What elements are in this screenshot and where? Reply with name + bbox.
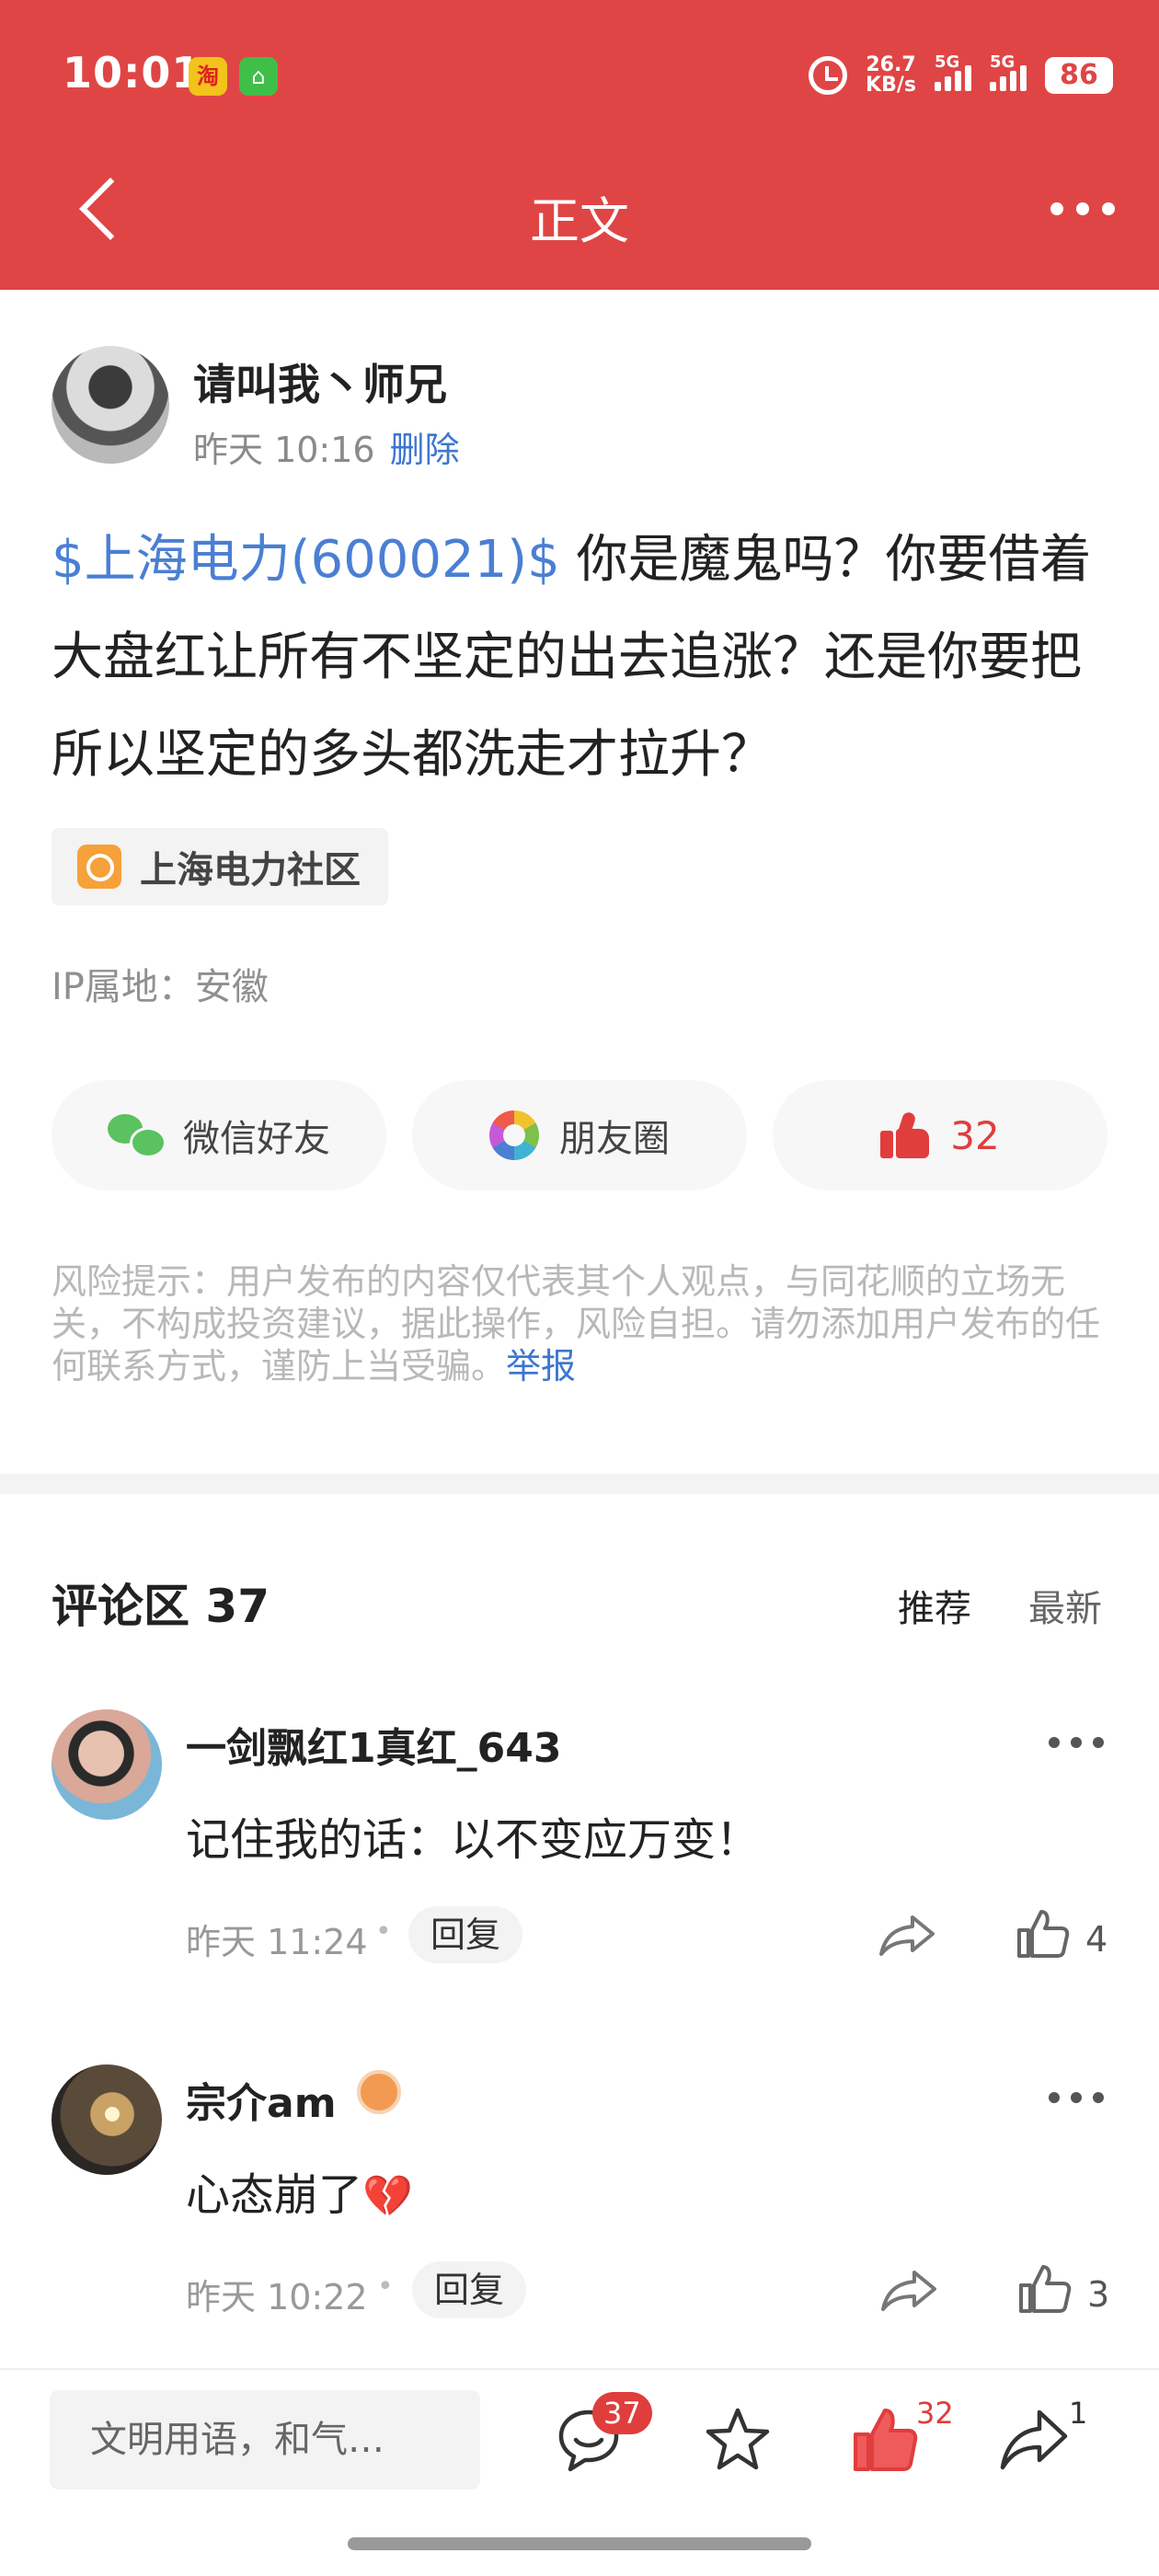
- comment-like-count: 3: [1087, 2274, 1110, 2315]
- author-name[interactable]: 请叫我丶师兄: [193, 351, 447, 412]
- community-tag[interactable]: 上海电力社区: [52, 828, 388, 905]
- post-content: $上海电力(600021)$ 你是魔鬼吗？你要借着大盘红让所有不坚定的出去追涨？…: [52, 512, 1109, 804]
- comment-time: 昨天 10:22: [186, 2277, 368, 2317]
- ip-location: IP属地：安徽: [52, 966, 269, 1008]
- comment-more-button[interactable]: [1049, 2092, 1104, 2103]
- moments-icon: [489, 1110, 539, 1160]
- share-wechat-button[interactable]: 微信好友: [52, 1080, 386, 1190]
- separator-dot: •: [377, 2271, 394, 2303]
- share-icon[interactable]: [999, 2405, 1069, 2475]
- thumbs-up-outline-icon[interactable]: [1017, 2263, 1073, 2315]
- commenter-avatar[interactable]: [52, 1709, 162, 1820]
- report-link[interactable]: 举报: [506, 1346, 576, 1386]
- alarm-icon: [809, 56, 848, 95]
- risk-notice: 风险提示：用户发布的内容仅代表其个人观点，与同花顺的立场无关，不构成投资建议，据…: [52, 1260, 1109, 1387]
- wechat-icon: [108, 1114, 166, 1158]
- thumbs-up-icon: [880, 1110, 930, 1158]
- sort-recommended-tab[interactable]: 推荐: [898, 1579, 971, 1632]
- stock-tag-link[interactable]: $上海电力(600021)$: [52, 530, 560, 590]
- vip-badge-icon: [357, 2070, 401, 2114]
- network-type-1: 5G: [935, 52, 960, 72]
- share-moments-label: 朋友圈: [559, 1118, 670, 1160]
- community-icon: [77, 845, 121, 889]
- comments-title: 评论区 37: [52, 1580, 270, 1633]
- home-indicator[interactable]: [348, 2537, 811, 2550]
- post-like-count: 32: [950, 1112, 1000, 1158]
- share-arrow-icon[interactable]: [878, 1912, 938, 1958]
- separator-dot: •: [375, 1915, 392, 1948]
- sort-latest-tab[interactable]: 最新: [1028, 1579, 1102, 1632]
- status-indicators: 26.7 KB/s 5G 5G 86: [809, 48, 1113, 103]
- post-time: 昨天 10:16: [193, 430, 375, 470]
- reply-button[interactable]: 回复: [412, 2261, 527, 2318]
- network-speed-value: 26.7: [866, 53, 916, 76]
- comment-input[interactable]: 文明用语，和气…: [50, 2390, 480, 2490]
- signal-icon-2: 5G: [990, 52, 1027, 91]
- share-moments-button[interactable]: 朋友圈: [412, 1080, 747, 1190]
- comment-time: 昨天 11:24: [186, 1922, 368, 1962]
- commenter-name[interactable]: 宗介am: [186, 2070, 337, 2129]
- share-count: 1: [1069, 2396, 1088, 2431]
- network-speed-unit: KB/s: [866, 74, 916, 97]
- like-post-button[interactable]: 32: [773, 1080, 1107, 1190]
- author-avatar[interactable]: [52, 346, 169, 464]
- share-arrow-icon[interactable]: [879, 2267, 940, 2313]
- reply-button[interactable]: 回复: [408, 1906, 523, 1963]
- share-wechat-label: 微信好友: [183, 1118, 330, 1160]
- commenter-avatar[interactable]: [52, 2064, 162, 2175]
- thumbs-up-outline-icon[interactable]: [1016, 1908, 1071, 1960]
- delete-button[interactable]: 删除: [390, 430, 460, 470]
- comment-count-badge: 37: [592, 2392, 652, 2434]
- commenter-name[interactable]: 一剑飘红1真红_643: [186, 1715, 561, 1774]
- comment-text: 心态崩了💔: [186, 2158, 413, 2223]
- comment-more-button[interactable]: [1049, 1737, 1104, 1748]
- broken-heart-icon: 💔: [362, 2173, 413, 2220]
- home-app-icon: ⌂: [239, 57, 278, 96]
- comment-text-body: 心态崩了: [186, 2169, 363, 2221]
- page-title: 正文: [530, 192, 629, 250]
- top-header: 10:01 淘 ⌂ 26.7 KB/s 5G 5G 86 正文: [0, 0, 1159, 290]
- like-count: 32: [916, 2396, 954, 2431]
- section-divider: [0, 1474, 1159, 1494]
- post-meta: 昨天 10:16 删除: [193, 421, 460, 472]
- community-label: 上海电力社区: [140, 849, 361, 891]
- status-time: 10:01: [63, 48, 202, 98]
- more-options-button[interactable]: [1050, 202, 1115, 215]
- favorite-star-icon[interactable]: [703, 2405, 773, 2475]
- battery-level: 86: [1045, 57, 1113, 94]
- comment-text: 记住我的话：以不变应万变！: [186, 1814, 761, 1866]
- signal-icon-1: 5G: [935, 52, 971, 91]
- taobao-app-icon: 淘: [189, 57, 227, 96]
- like-icon[interactable]: [850, 2405, 920, 2475]
- comment-like-count: 4: [1085, 1919, 1108, 1960]
- network-type-2: 5G: [990, 52, 1016, 72]
- share-row: 微信好友 朋友圈 32: [52, 1080, 1107, 1190]
- network-speed: 26.7 KB/s: [866, 55, 916, 96]
